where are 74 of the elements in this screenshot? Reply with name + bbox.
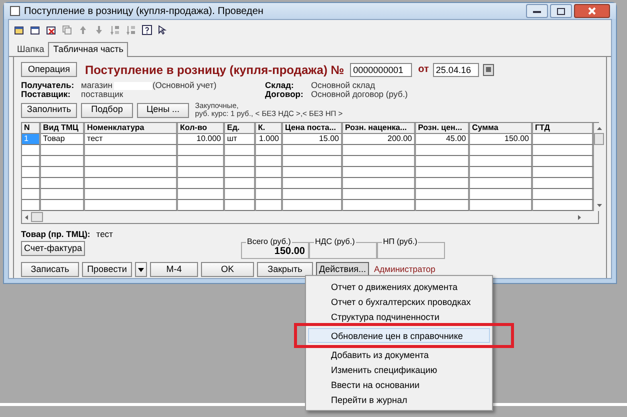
column-header[interactable]: Номенклатура [85,123,178,134]
menu-item[interactable]: Изменить спецификацию [308,362,490,377]
action-button[interactable]: Записать [21,262,79,277]
invoice-button[interactable]: Счет-фактура [21,241,85,256]
vertical-scrollbar[interactable] [594,123,604,211]
caret-icon [138,268,144,272]
menu-item[interactable]: Перейти в журнал [308,392,490,407]
field-label: Договор: [265,90,304,99]
scroll-up-icon[interactable] [596,126,602,131]
item-caption-label: Товар (пр. ТМЦ): [21,228,90,240]
menu-item[interactable]: Ввести на основании [308,377,490,392]
field-label: Получатель: [21,81,76,90]
column-header[interactable]: Розн. наценка... [343,123,416,134]
scroll-down-icon[interactable] [596,203,602,208]
window-title: Поступление в розницу (купля-продажа). Проведен [24,4,264,18]
total-value: 150.00 [274,246,305,258]
document-title: Поступление в розницу (купля-продажа) № [85,62,344,78]
scroll-left-icon[interactable] [24,214,29,220]
menu-item[interactable]: Отчет о бухгалтерских проводках [308,294,490,309]
column-header[interactable]: Цена поста... [283,123,343,134]
total-label: НДС (руб.) [314,237,356,246]
field-value: Основной склад [311,81,376,90]
number-field[interactable]: 0000000001 [350,62,412,76]
delete-mark-icon[interactable] [46,24,57,36]
scroll-thumb[interactable] [594,133,604,145]
minimize-button[interactable] [526,4,548,18]
date-label: от [418,63,429,77]
field-label: Склад: [265,81,295,90]
document-icon [10,6,20,16]
close-button[interactable] [574,4,610,18]
action-button[interactable]: OK [201,262,254,277]
toolbar-button[interactable]: Заполнить [21,102,77,118]
user-name: Администратор [374,263,436,276]
help-icon[interactable] [142,24,153,36]
horizontal-scrollbar[interactable] [22,211,598,223]
menu-item[interactable]: Структура подчиненности [308,309,490,324]
field-value: Основной договор (руб.) [311,90,408,99]
total-label: Всего (руб.) [246,237,292,246]
pointer-help-icon[interactable] [158,24,169,36]
total-label: НП (руб.) [382,237,418,246]
date-field[interactable]: 25.04.16 [432,62,479,76]
scroll-thumb[interactable] [31,212,43,222]
edit-list-icon[interactable] [30,24,41,36]
action-button[interactable]: Закрыть [257,262,313,277]
table-cell: 1 [22,134,41,145]
maximize-icon [557,8,565,14]
toolbar-button[interactable]: Подбор [81,102,133,118]
field-note: (Основной учет) [152,81,216,90]
menu-item[interactable]: Добавить из документа [308,347,490,362]
dropdown-button[interactable] [135,262,147,277]
menu-item[interactable]: Отчет о движениях документа [308,279,490,294]
field-label: Поставщик: [21,90,71,99]
item-caption-value: тест [96,228,113,240]
column-header[interactable]: Кол-во [178,123,225,134]
minimize-icon [533,10,541,12]
field-value: поставщик [81,90,124,99]
field-value: магазин [81,81,112,90]
new-document-icon[interactable] [14,24,25,36]
column-header[interactable]: Розн. цен... [416,123,470,134]
close-icon [588,7,596,15]
toolbar-button[interactable]: Цены ... [137,102,189,118]
calendar-button[interactable] [482,64,494,76]
column-header[interactable]: Сумма [470,123,533,134]
column-header[interactable]: Вид ТМЦ [41,123,85,134]
menu-item[interactable]: Обновление цен в справочнике [308,328,490,343]
tab[interactable]: Табличная часть [48,42,128,57]
maximize-button[interactable] [550,4,572,18]
action-button[interactable]: М-4 [150,262,198,277]
column-header[interactable]: К. [256,123,283,134]
action-button[interactable]: Провести [82,262,132,277]
scroll-right-icon[interactable] [577,214,582,220]
tab[interactable]: Шапка [13,43,48,56]
operation-button[interactable]: Операция [21,62,77,77]
column-header[interactable]: Ед. [225,123,256,134]
